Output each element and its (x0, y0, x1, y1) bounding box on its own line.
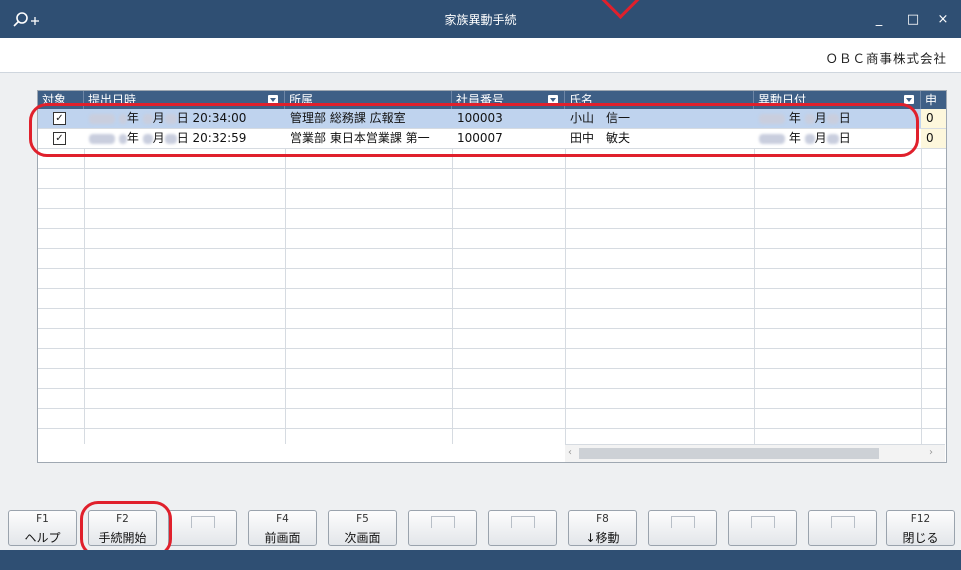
blank-key-icon (751, 516, 775, 528)
blank-key-icon (671, 516, 695, 528)
table-row[interactable] (38, 249, 946, 269)
scroll-thumb[interactable] (579, 448, 879, 459)
table-row[interactable] (38, 229, 946, 249)
company-name: ＯＢＣ商事株式会社 (825, 51, 947, 66)
f8-move-down-button[interactable]: F8 ↓移動 (568, 510, 637, 546)
f5-next-screen-button[interactable]: F5 次画面 (328, 510, 397, 546)
table-row[interactable] (38, 289, 946, 309)
table-row[interactable] (38, 269, 946, 289)
maximize-button[interactable]: □ (902, 10, 924, 30)
header-truncated[interactable]: 申 (921, 91, 946, 109)
table-row[interactable] (38, 349, 946, 369)
window-title: 家族異動手続 (444, 13, 517, 27)
f4-previous-screen-button[interactable]: F4 前画面 (248, 510, 317, 546)
extra-value: 0 (921, 129, 946, 148)
f3-blank-button[interactable] (168, 510, 237, 546)
minimize-button[interactable]: _ (868, 10, 890, 30)
table-row[interactable] (38, 169, 946, 189)
close-button[interactable]: × (932, 10, 954, 30)
f1-help-button[interactable]: F1 ヘルプ (8, 510, 77, 546)
scroll-left-icon[interactable]: ‹ (568, 447, 572, 458)
table-row[interactable] (38, 389, 946, 409)
blank-key-icon (431, 516, 455, 528)
f11-blank-button[interactable] (808, 510, 877, 546)
table-row[interactable] (38, 329, 946, 349)
f6-blank-button[interactable] (408, 510, 477, 546)
scroll-right-icon[interactable]: › (929, 447, 933, 458)
highlight-oval (80, 501, 172, 557)
table-row[interactable] (38, 409, 946, 429)
f10-blank-button[interactable] (728, 510, 797, 546)
blank-key-icon (511, 516, 535, 528)
f7-blank-button[interactable] (488, 510, 557, 546)
company-bar: ＯＢＣ商事株式会社 (0, 38, 961, 73)
f12-close-button[interactable]: F12 閉じる (886, 510, 955, 546)
status-bar (0, 550, 961, 570)
table-row[interactable] (38, 309, 946, 329)
table-row[interactable] (38, 209, 946, 229)
title-bar: 家族異動手続 _ □ × (0, 0, 961, 38)
extra-value: 0 (921, 109, 946, 128)
highlight-oval (29, 103, 919, 157)
table-row[interactable] (38, 189, 946, 209)
table-row[interactable] (38, 369, 946, 389)
horizontal-scrollbar[interactable]: ‹ › (565, 444, 945, 462)
blank-key-icon (831, 516, 855, 528)
blank-key-icon (191, 516, 215, 528)
f9-blank-button[interactable] (648, 510, 717, 546)
